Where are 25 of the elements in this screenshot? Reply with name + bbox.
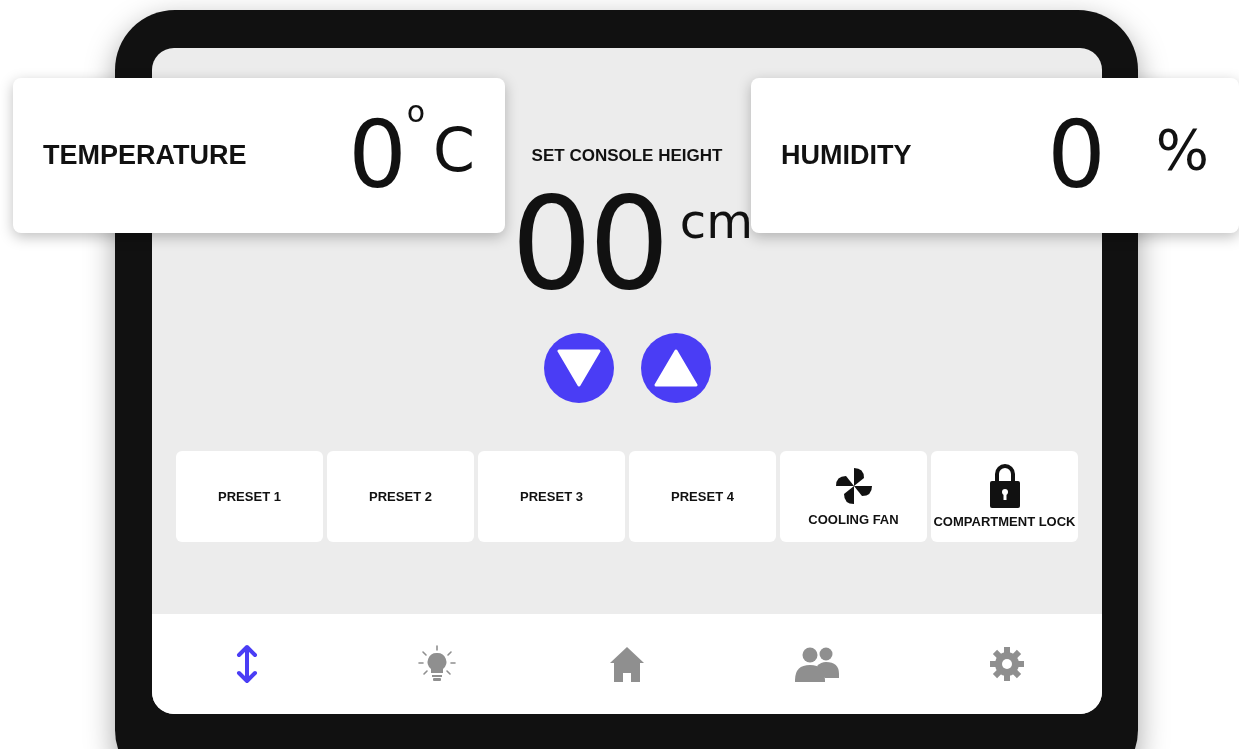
humidity-unit: % [1155,117,1209,182]
preset-button[interactable]: PRESET 3 [478,451,625,542]
cooling-fan-button[interactable]: COOLING FAN [780,451,927,542]
humidity-value: 0 [1047,109,1106,202]
preset-button[interactable]: PRESET 2 [327,451,474,542]
set-height-title: SET CONSOLE HEIGHT [531,146,723,166]
height-unit: cm [679,193,753,249]
padlock-icon [989,464,1020,508]
settings-icon [990,647,1024,681]
users-icon [795,646,839,682]
preset-button[interactable]: PRESET 4 [629,451,776,542]
temperature-value: 0 [348,109,407,202]
lightbulb-icon [418,645,456,683]
preset-button[interactable]: PRESET 1 [176,451,323,542]
vertical-arrows-icon [236,644,258,684]
humidity-label: HUMIDITY [781,140,913,171]
height-value: 00 [511,180,666,308]
temperature-label: TEMPERATURE [43,140,248,171]
triangle-down-icon [556,349,601,387]
lock-button[interactable]: COMPARTMENT LOCK [931,451,1078,542]
fan-icon [833,466,874,506]
temperature-unit: C [433,114,475,185]
triangle-up-icon [653,349,698,387]
house-icon [610,646,644,682]
degree-sign: o [406,94,426,129]
